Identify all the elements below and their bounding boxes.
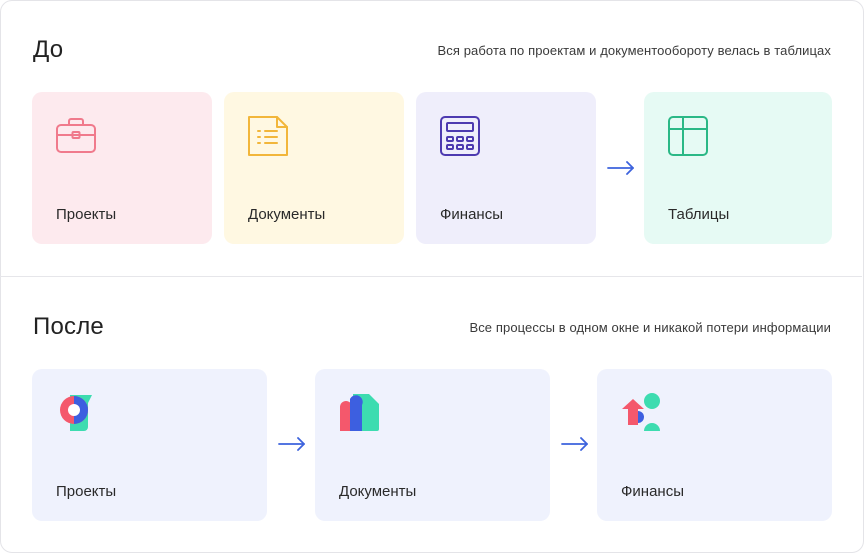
before-card-finance: Финансы [416, 92, 596, 244]
after-card-projects: Проекты [32, 369, 267, 521]
briefcase-icon [54, 114, 98, 158]
card-label: Финансы [440, 206, 503, 223]
calculator-icon [438, 114, 482, 158]
projects-app-icon [54, 391, 98, 435]
card-label: Проекты [56, 483, 117, 500]
after-card-documents: Документы [315, 369, 550, 521]
before-card-projects: Проекты [32, 92, 212, 244]
card-label: Таблицы [668, 206, 730, 223]
before-section: До Вся работа по проектам и документообо… [0, 0, 862, 276]
documents-app-icon [337, 391, 381, 435]
after-card-finance: Финансы [597, 369, 832, 521]
card-label: Документы [339, 483, 417, 500]
card-label: Документы [248, 206, 326, 223]
table-icon [666, 114, 710, 158]
document-list-icon [246, 114, 290, 158]
before-card-tables: Таблицы [644, 92, 832, 244]
arrow-right-icon [561, 437, 589, 451]
before-description: Вся работа по проектам и документооборот… [437, 43, 831, 58]
after-title: После [33, 313, 104, 340]
before-title: До [33, 36, 64, 63]
card-label: Проекты [56, 206, 117, 223]
after-section: После Все процессы в одном окне и никако… [0, 277, 862, 552]
arrow-right-icon [607, 161, 635, 175]
arrow-right-icon [278, 437, 306, 451]
finance-app-icon [619, 391, 663, 435]
after-description: Все процессы в одном окне и никакой поте… [469, 320, 831, 335]
card-label: Финансы [621, 483, 684, 500]
before-card-documents: Документы [224, 92, 404, 244]
